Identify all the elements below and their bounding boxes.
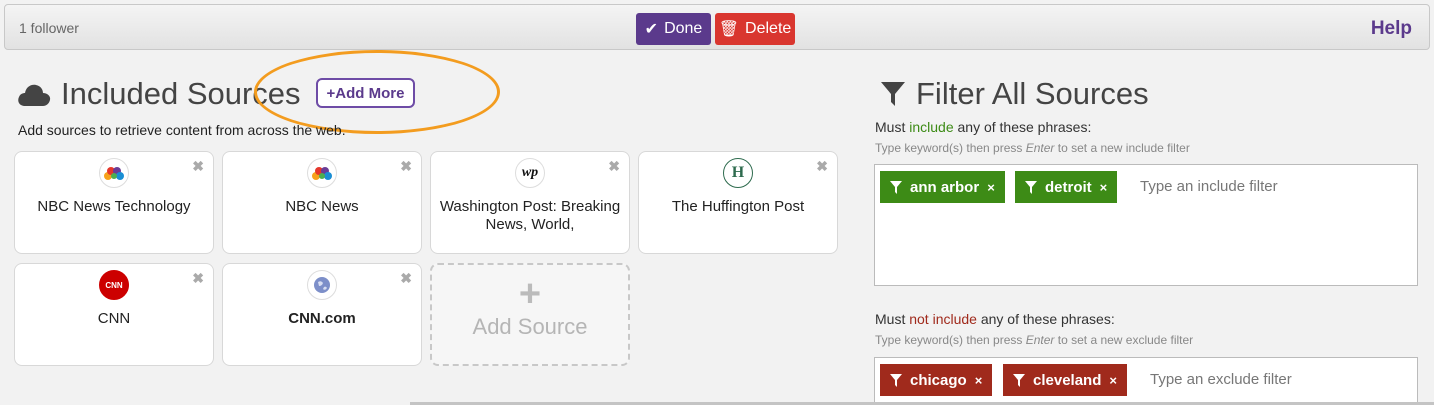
remove-tag-icon[interactable]: ×: [1100, 180, 1108, 195]
included-sources-hint: Add sources to retrieve content from acr…: [18, 122, 346, 138]
follower-count[interactable]: 1 follower: [19, 20, 79, 36]
done-label: Done: [664, 20, 703, 37]
globe-icon: [307, 270, 337, 300]
trash-icon: 🗑: [718, 21, 740, 38]
filter-icon: [1025, 180, 1037, 194]
exclude-hint-key: Enter: [1025, 333, 1055, 347]
source-name: CNN: [97, 310, 131, 327]
include-tag: detroit ×: [1015, 171, 1118, 203]
remove-source-icon[interactable]: ✖: [400, 270, 412, 287]
remove-source-icon[interactable]: ✖: [816, 158, 828, 175]
help-link[interactable]: Help: [1371, 18, 1412, 40]
exclude-tag: cleveland ×: [1003, 364, 1127, 396]
remove-tag-icon[interactable]: ×: [1109, 373, 1117, 388]
source-name: Washington Post: Breaking News, World,: [439, 198, 621, 233]
exclude-filter-input[interactable]: Type an exclude filter: [1150, 371, 1292, 388]
source-name: NBC News: [285, 198, 359, 215]
source-name: CNN.com: [288, 310, 356, 327]
include-tag: ann arbor ×: [880, 171, 1005, 203]
delete-label: Delete: [745, 20, 792, 37]
add-source-button[interactable]: + Add Source: [430, 263, 630, 366]
delete-button[interactable]: 🗑 Delete: [715, 13, 795, 45]
include-hint-pre: Type keyword(s) then press: [875, 141, 1026, 155]
done-button[interactable]: ✔ Done: [636, 13, 711, 45]
include-label-post: any of these phrases:: [953, 119, 1092, 135]
remove-source-icon[interactable]: ✖: [192, 270, 204, 287]
exclude-label: Must not include any of these phrases:: [875, 311, 1115, 327]
exclude-tag: chicago ×: [880, 364, 993, 396]
include-filter-input[interactable]: Type an include filter: [1140, 178, 1278, 195]
include-label: Must include any of these phrases:: [875, 119, 1091, 135]
exclude-hint-post: to set a new exclude filter: [1054, 333, 1194, 347]
include-label-pre: Must: [875, 119, 910, 135]
tag-label: cleveland: [1033, 371, 1102, 389]
filter-title: Filter All Sources: [916, 76, 1149, 111]
cloud-icon: [18, 84, 51, 106]
huffington-post-logo: H: [723, 158, 753, 188]
exclude-label-pre: Must: [875, 311, 910, 327]
filter-icon: [1013, 373, 1025, 387]
remove-source-icon[interactable]: ✖: [192, 158, 204, 175]
source-card-huffington-post[interactable]: ✖ H The Huffington Post: [638, 151, 838, 254]
plus-icon: +: [518, 273, 542, 315]
source-card-nbc-news-technology[interactable]: ✖ NBC News Technology: [14, 151, 214, 254]
tag-label: detroit: [1045, 178, 1092, 196]
check-icon: ✔: [644, 21, 659, 38]
source-card-washington-post[interactable]: ✖ wp Washington Post: Breaking News, Wor…: [430, 151, 630, 254]
remove-source-icon[interactable]: ✖: [608, 158, 620, 175]
filter-heading: Filter All Sources: [880, 76, 1149, 112]
tag-label: chicago: [910, 371, 967, 389]
nbc-peacock-icon: [307, 158, 337, 188]
include-filter-box[interactable]: ann arbor × detroit × Type an include fi…: [874, 164, 1418, 286]
tag-label: ann arbor: [910, 178, 980, 196]
source-name: NBC News Technology: [37, 198, 191, 215]
filter-icon: [890, 180, 902, 194]
exclude-filter-box[interactable]: chicago × cleveland × Type an exclude fi…: [874, 357, 1418, 405]
filter-icon: [890, 373, 902, 387]
top-bar: 1 follower ✔ Done 🗑 Delete Help: [4, 4, 1430, 50]
exclude-label-post: any of these phrases:: [976, 311, 1115, 327]
exclude-label-key: not include: [909, 311, 977, 327]
add-source-label: Add Source: [472, 314, 588, 339]
add-more-button[interactable]: +Add More: [316, 78, 415, 108]
include-hint-key: Enter: [1025, 141, 1055, 155]
source-card-cnn-com[interactable]: ✖ CNN.com: [222, 263, 422, 366]
remove-tag-icon[interactable]: ×: [975, 373, 983, 388]
washington-post-logo: wp: [515, 158, 545, 188]
include-hint: Type keyword(s) then press Enter to set …: [875, 141, 1190, 155]
exclude-hint: Type keyword(s) then press Enter to set …: [875, 333, 1193, 347]
include-hint-post: to set a new include filter: [1054, 141, 1190, 155]
source-card-cnn[interactable]: ✖ CNN CNN: [14, 263, 214, 366]
remove-tag-icon[interactable]: ×: [987, 180, 995, 195]
nbc-peacock-icon: [99, 158, 129, 188]
include-label-key: include: [909, 119, 954, 135]
remove-source-icon[interactable]: ✖: [400, 158, 412, 175]
cnn-logo: CNN: [99, 270, 129, 300]
source-name: The Huffington Post: [671, 198, 805, 215]
exclude-hint-pre: Type keyword(s) then press: [875, 333, 1026, 347]
source-card-nbc-news[interactable]: ✖ NBC News: [222, 151, 422, 254]
filter-icon: [881, 82, 905, 106]
